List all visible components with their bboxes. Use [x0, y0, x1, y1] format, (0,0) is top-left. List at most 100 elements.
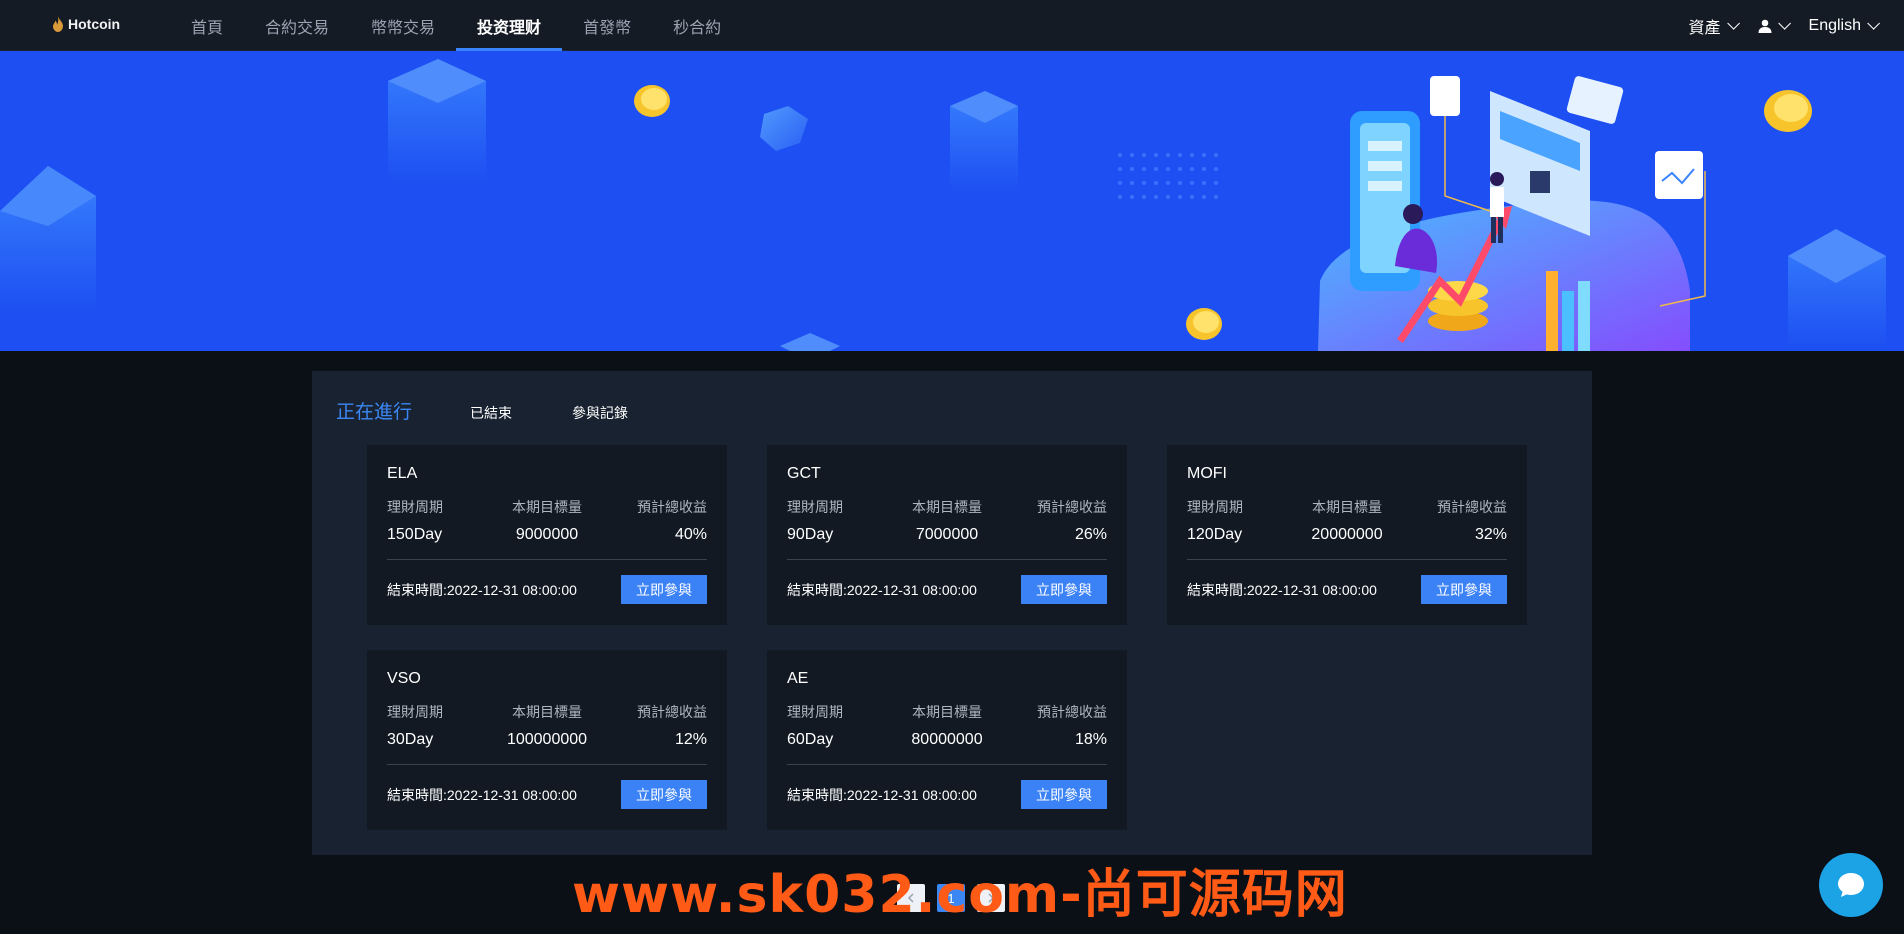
assets-dropdown[interactable]: 資產: [1688, 14, 1740, 38]
tab-participation-records[interactable]: 參與記錄: [572, 403, 628, 423]
yield-value: 18%: [1074, 731, 1107, 748]
assets-label: 資產: [1688, 19, 1721, 37]
period-label: 理財周期: [387, 704, 443, 720]
yield-label: 預計總收益: [637, 499, 707, 515]
chevron-down-icon: [1867, 17, 1880, 30]
yield-label: 預計總收益: [1037, 704, 1107, 720]
bar-illustration: [1562, 291, 1574, 351]
product-name: ELA: [387, 465, 418, 482]
coin-icon: [1186, 308, 1222, 340]
bar-illustration: [1578, 281, 1590, 351]
divider: [1187, 559, 1507, 560]
target-label: 本期目標量: [1312, 499, 1382, 515]
user-dropdown[interactable]: [1758, 17, 1791, 33]
target-label: 本期目標量: [912, 499, 982, 515]
yield-value: 12%: [674, 731, 707, 748]
investment-panel: 正在進行 已結束 參與記錄 ELA 理財周期 本期目標量 預計總收益 150Da…: [312, 371, 1592, 855]
header-tools: 資產 English: [1688, 0, 1880, 51]
nav-item-second-contract[interactable]: 秒合約: [652, 0, 742, 51]
nav-item-home[interactable]: 首頁: [170, 0, 244, 51]
nav-item-investment[interactable]: 投资理财: [456, 0, 563, 51]
target-value: 20000000: [1311, 526, 1383, 543]
period-label: 理財周期: [1187, 499, 1243, 515]
card-footer: 結束時間:2022-12-31 08:00:00 立即參與: [787, 780, 1107, 809]
chevron-down-icon: [1726, 17, 1740, 30]
bar-illustration: [1546, 271, 1558, 351]
join-button[interactable]: 立即參與: [1421, 575, 1507, 604]
end-time: 結束時間:2022-12-31 08:00:00: [787, 580, 977, 600]
banner-illustration: [0, 59, 1886, 351]
divider: [787, 764, 1107, 765]
product-name: MOFI: [1187, 465, 1227, 482]
yield-label: 預計總收益: [637, 704, 707, 720]
join-button[interactable]: 立即參與: [621, 780, 707, 809]
product-name: VSO: [387, 670, 421, 687]
product-name: GCT: [787, 465, 821, 482]
card-footer: 結束時間:2022-12-31 08:00:00 立即參與: [787, 575, 1107, 604]
join-button[interactable]: 立即參與: [1021, 780, 1107, 809]
main-nav: 首頁 合約交易 幣幣交易 投资理财 首發幣 秒合約: [170, 0, 742, 51]
end-time: 結束時間:2022-12-31 08:00:00: [787, 785, 977, 805]
brand-logo[interactable]: Hotcoin: [52, 16, 120, 32]
end-time-value: 2022-12-31 08:00:00: [846, 786, 977, 803]
end-time: 結束時間:2022-12-31 08:00:00: [387, 580, 577, 600]
end-time: 結束時間:2022-12-31 08:00:00: [1187, 580, 1377, 600]
tab-in-progress[interactable]: 正在進行: [336, 397, 412, 424]
end-time-value: 2022-12-31 08:00:00: [846, 581, 977, 598]
target-label: 本期目標量: [512, 704, 582, 720]
dot-grid: [1118, 153, 1218, 199]
divider: [387, 764, 707, 765]
period-value: 120Day: [1187, 526, 1243, 543]
yield-value: 26%: [1074, 526, 1107, 543]
flame-logo-icon: [53, 16, 63, 32]
card-labels-row: 理財周期 本期目標量 預計總收益: [387, 497, 707, 517]
period-label: 理財周期: [787, 499, 843, 515]
yield-label: 預計總收益: [1037, 499, 1107, 515]
card-footer: 結束時間:2022-12-31 08:00:00 立即參與: [387, 780, 707, 809]
end-time-label: 結束時間:: [787, 786, 847, 803]
target-label: 本期目標量: [912, 704, 982, 720]
profile-card-illustration: [1430, 76, 1460, 116]
divider: [787, 559, 1107, 560]
card-values-row: 120Day 20000000 32%: [1187, 526, 1507, 544]
cube-shape: [760, 106, 808, 151]
language-dropdown[interactable]: English: [1808, 16, 1880, 35]
tab-ended[interactable]: 已結束: [470, 403, 512, 423]
yield-value: 40%: [674, 526, 707, 543]
language-label: English: [1808, 16, 1861, 34]
cube-shape: [0, 166, 96, 311]
join-button[interactable]: 立即參與: [621, 575, 707, 604]
product-card: AE 理財周期 本期目標量 預計總收益 60Day 80000000 18% 結…: [767, 650, 1127, 830]
product-name: AE: [787, 670, 809, 687]
divider: [387, 559, 707, 560]
end-time-label: 結束時間:: [387, 581, 447, 598]
coin-icon: [1764, 90, 1812, 132]
card-values-row: 90Day 7000000 26%: [787, 526, 1107, 544]
nav-item-contract-trading[interactable]: 合約交易: [244, 0, 350, 51]
target-value: 9000000: [515, 526, 579, 543]
target-value: 80000000: [911, 731, 983, 748]
coin-icon: [634, 85, 670, 117]
period-value: 60Day: [787, 731, 834, 748]
period-value: 90Day: [787, 526, 834, 543]
card-footer: 結束時間:2022-12-31 08:00:00 立即參與: [387, 575, 707, 604]
nav-item-spot-trading[interactable]: 幣幣交易: [350, 0, 456, 51]
chevron-down-icon: [1777, 17, 1791, 30]
card-values-row: 150Day 9000000 40%: [387, 526, 707, 544]
end-time-label: 結束時間:: [787, 581, 847, 598]
end-time-value: 2022-12-31 08:00:00: [1246, 581, 1377, 598]
yield-value: 32%: [1474, 526, 1507, 543]
user-icon: [1758, 19, 1772, 33]
end-time-label: 結束時間:: [1187, 581, 1247, 598]
join-button[interactable]: 立即參與: [1021, 575, 1107, 604]
cube-shape: [388, 59, 486, 181]
card-labels-row: 理財周期 本期目標量 預計總收益: [1187, 497, 1507, 517]
end-time: 結束時間:2022-12-31 08:00:00: [387, 785, 577, 805]
card-footer: 結束時間:2022-12-31 08:00:00 立即參與: [1187, 575, 1507, 604]
product-card: ELA 理財周期 本期目標量 預計總收益 150Day 9000000 40% …: [367, 445, 727, 625]
nav-item-ico[interactable]: 首發幣: [562, 0, 652, 51]
card-labels-row: 理財周期 本期目標量 預計總收益: [787, 497, 1107, 517]
chat-button[interactable]: [1819, 853, 1883, 917]
card-values-row: 30Day 100000000 12%: [387, 731, 707, 749]
period-value: 150Day: [387, 526, 443, 543]
